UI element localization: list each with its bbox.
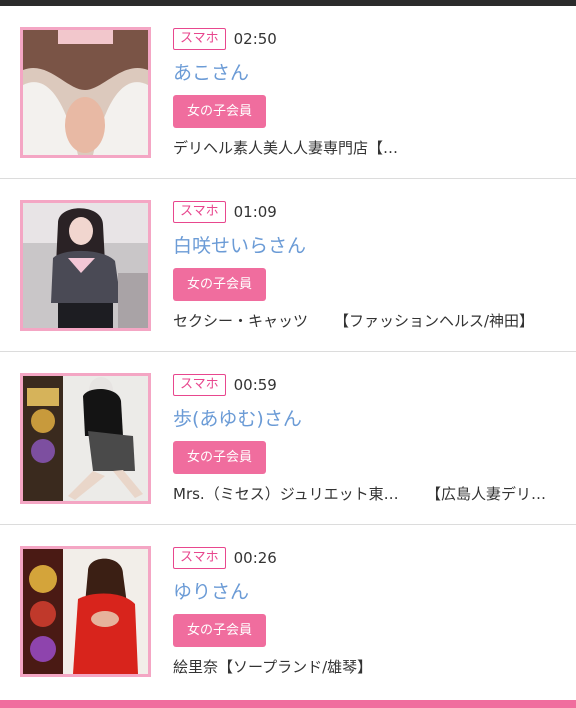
member-badge: 女の子会員: [173, 95, 267, 128]
member-badge: 女の子会員: [173, 441, 267, 474]
profile-photo-image: [23, 203, 148, 328]
list-item[interactable]: スマホ 01:09 白咲せいらさん 女の子会員 セクシー・キャッツ 【ファッショ…: [0, 179, 576, 352]
device-badge: スマホ: [173, 201, 226, 223]
profile-photo-image: [23, 30, 148, 155]
member-badge: 女の子会員: [173, 614, 267, 647]
girl-name-link[interactable]: ゆりさん: [173, 580, 556, 604]
profile-photo-image: [23, 549, 148, 674]
access-time: 01:09: [233, 203, 277, 221]
shop-info[interactable]: デリヘル素人美人人妻専門店【デリヘル/善通寺】: [173, 137, 556, 159]
diary-access-list: スマホ 02:50 あこさん 女の子会員 デリヘル素人美人人妻専門店【デリヘル/…: [0, 6, 576, 698]
device-badge: スマホ: [173, 28, 226, 50]
profile-photo[interactable]: [20, 546, 151, 677]
device-badge: スマホ: [173, 547, 226, 569]
profile-photo[interactable]: [20, 27, 151, 158]
shop-name: 絵里奈【ソープランド/雄琴】: [173, 658, 373, 676]
shop-name: Mrs.（ミセス）ジュリエット東広島: [173, 485, 410, 503]
access-time: 02:50: [233, 30, 277, 48]
shop-info[interactable]: 絵里奈【ソープランド/雄琴】: [173, 656, 556, 678]
list-item[interactable]: スマホ 00:26 ゆりさん 女の子会員 絵里奈【ソープランド/雄琴】: [0, 525, 576, 698]
girl-name-link[interactable]: あこさん: [173, 61, 556, 85]
profile-photo[interactable]: [20, 373, 151, 504]
girl-name-link[interactable]: 白咲せいらさん: [173, 234, 556, 258]
shop-info[interactable]: Mrs.（ミセス）ジュリエット東広島 【広島人妻デリヘル】: [173, 483, 556, 505]
bottom-accent-bar: [0, 700, 576, 708]
shop-name: セクシー・キャッツ: [173, 312, 309, 330]
list-item[interactable]: スマホ 02:50 あこさん 女の子会員 デリヘル素人美人人妻専門店【デリヘル/…: [0, 6, 576, 179]
shop-info[interactable]: セクシー・キャッツ 【ファッションヘルス/神田】: [173, 310, 556, 332]
shop-category: 【広島人妻デリヘル】: [426, 485, 556, 503]
shop-category: 【ファッションヘルス/神田】: [334, 312, 535, 330]
girl-name-link[interactable]: 歩(あゆむ)さん: [173, 407, 556, 431]
list-item[interactable]: スマホ 00:59 歩(あゆむ)さん 女の子会員 Mrs.（ミセス）ジュリエット…: [0, 352, 576, 525]
access-time: 00:59: [233, 376, 277, 394]
profile-photo[interactable]: [20, 200, 151, 331]
access-time: 00:26: [233, 549, 277, 567]
profile-photo-image: [23, 376, 148, 501]
shop-name: デリヘル素人美人人妻専門店【デリヘル/善通寺】: [173, 139, 410, 157]
device-badge: スマホ: [173, 374, 226, 396]
member-badge: 女の子会員: [173, 268, 267, 301]
